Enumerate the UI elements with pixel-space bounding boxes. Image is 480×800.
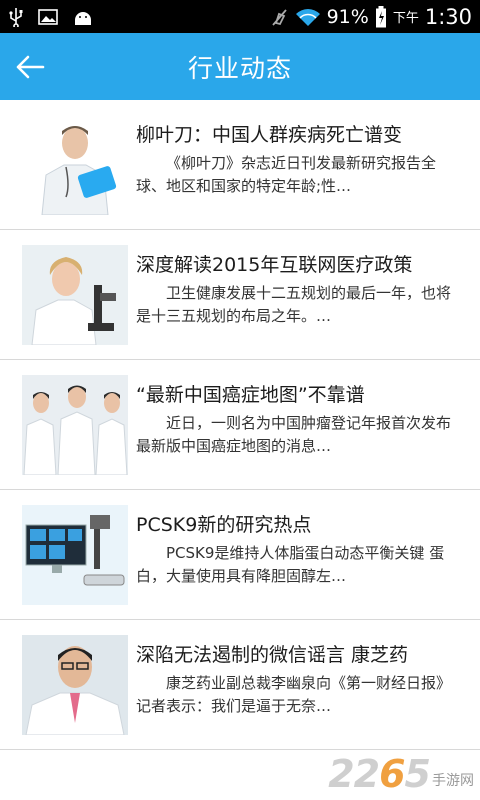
news-title: 深陷无法遏制的微信谣言 康芝药 bbox=[136, 644, 409, 666]
site-watermark: 2265 手游网 bbox=[328, 752, 474, 796]
arrow-left-icon[interactable] bbox=[14, 51, 46, 83]
news-summary: 近日，一则名为中国肿瘤登记年报首次发布最新版中国癌症地图的消息… bbox=[136, 414, 452, 455]
news-summary: 康芝药业副总裁李幽泉向《第一财经日报》记者表示：我们是逼于无奈… bbox=[136, 674, 452, 715]
news-thumbnail bbox=[22, 115, 128, 215]
news-item[interactable]: 深度解读2015年互联网医疗政策 卫生健康发展十二五规划的最后一年，也将是十三五… bbox=[0, 230, 480, 360]
news-title: PCSK9新的研究热点 bbox=[136, 514, 312, 536]
page-title: 行业动态 bbox=[187, 53, 292, 83]
app-bar: 行业动态 bbox=[0, 33, 480, 100]
news-title: “最新中国癌症地图”不靠谱 bbox=[136, 384, 365, 406]
battery-percent: 91% bbox=[326, 5, 369, 28]
status-notifications bbox=[8, 7, 94, 27]
news-list: 柳叶刀：中国人群疾病死亡谱变 《柳叶刀》杂志近日刊发最新研究报告全球、地区和国家… bbox=[0, 100, 480, 750]
clock: 1:30 bbox=[424, 4, 472, 29]
android-icon bbox=[75, 11, 91, 25]
news-summary: 《柳叶刀》杂志近日刊发最新研究报告全球、地区和国家的特定年龄;性… bbox=[136, 154, 437, 195]
watermark-text: 手游网 bbox=[432, 773, 474, 789]
time-period: 下午 bbox=[392, 11, 419, 26]
news-item[interactable]: PCSK9新的研究热点 PCSK9是维持人体脂蛋白动态平衡关键 蛋白，大量使用具… bbox=[0, 490, 480, 620]
news-item[interactable]: 深陷无法遏制的微信谣言 康芝药 康芝药业副总裁李幽泉向《第一财经日报》记者表示：… bbox=[0, 620, 480, 750]
battery-icon bbox=[375, 5, 386, 27]
news-summary: 卫生健康发展十二五规划的最后一年，也将是十三五规划的布局之年。… bbox=[136, 284, 452, 325]
news-title: 柳叶刀：中国人群疾病死亡谱变 bbox=[136, 124, 403, 146]
usb-icon bbox=[9, 7, 23, 27]
watermark-logo: 2265 bbox=[328, 752, 431, 796]
news-item[interactable]: 柳叶刀：中国人群疾病死亡谱变 《柳叶刀》杂志近日刊发最新研究报告全球、地区和国家… bbox=[0, 100, 480, 230]
news-thumbnail bbox=[22, 505, 128, 605]
news-title: 深度解读2015年互联网医疗政策 bbox=[136, 254, 413, 276]
status-bar: 91% 下午 1:30 bbox=[0, 0, 480, 33]
news-summary: PCSK9是维持人体脂蛋白动态平衡关键 蛋白，大量使用具有降胆固醇左… bbox=[136, 544, 445, 585]
mute-icon bbox=[271, 8, 287, 26]
status-indicators: 91% 下午 1:30 bbox=[269, 5, 472, 29]
wifi-icon bbox=[295, 8, 320, 26]
news-thumbnail bbox=[22, 375, 128, 475]
news-thumbnail bbox=[22, 245, 128, 345]
image-icon bbox=[38, 8, 58, 25]
news-item[interactable]: “最新中国癌症地图”不靠谱 近日，一则名为中国肿瘤登记年报首次发布最新版中国癌症… bbox=[0, 360, 480, 490]
news-thumbnail bbox=[22, 635, 128, 735]
